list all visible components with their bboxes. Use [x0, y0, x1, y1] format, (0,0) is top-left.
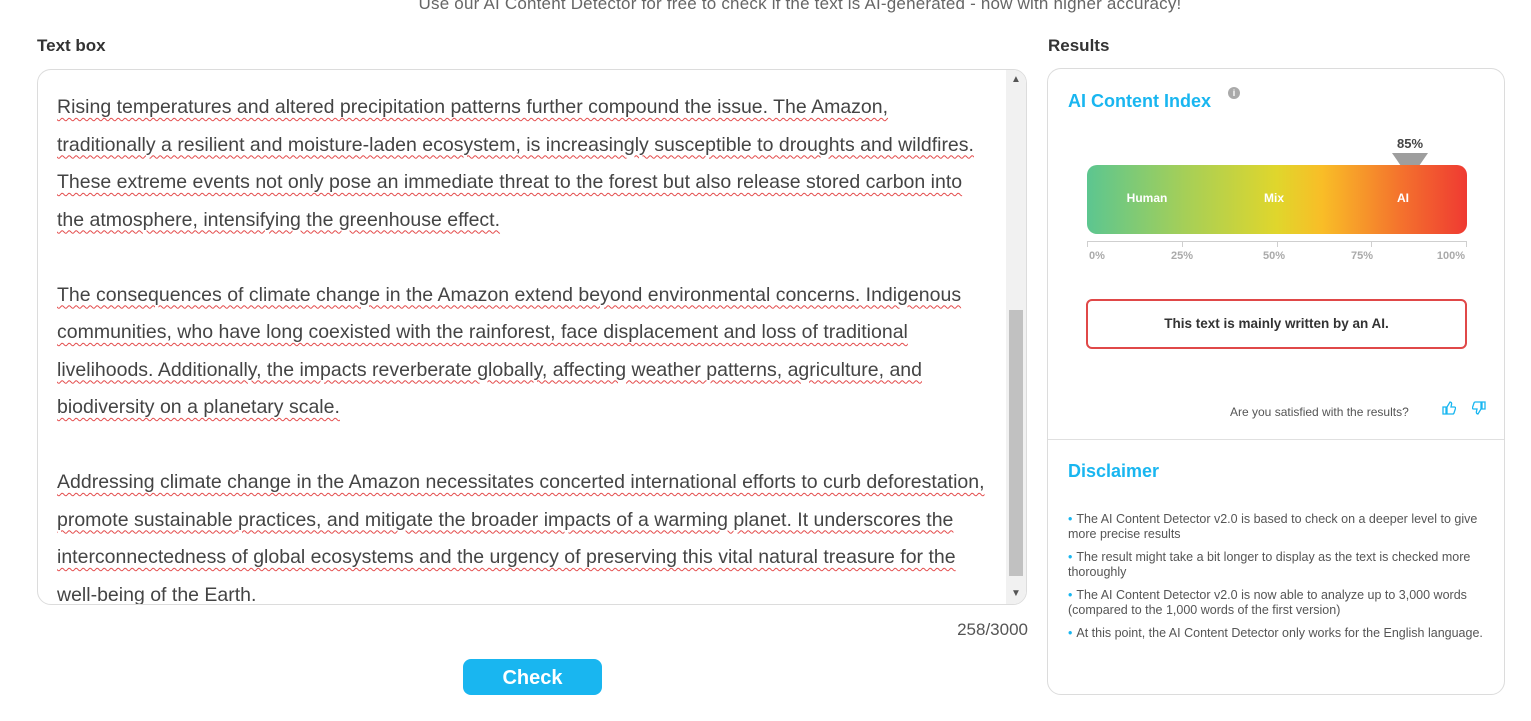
disclaimer-title: Disclaimer [1068, 461, 1160, 481]
panel-divider [1048, 439, 1504, 440]
ai-content-index-title: AI Content Index [1068, 91, 1211, 111]
text-paragraph-1: Rising temperatures and altered precipit… [57, 96, 974, 231]
axis-label-100: 100% [1436, 250, 1466, 262]
check-button[interactable]: Check [463, 659, 602, 695]
score-percent: 85% [1396, 136, 1424, 151]
bullet-icon: • [1068, 626, 1073, 640]
thumbs-up-icon[interactable] [1441, 401, 1457, 417]
gauge-label-mix: Mix [1263, 191, 1284, 205]
disclaimer-item: • At this point, the AI Content Detector … [1068, 626, 1490, 641]
results-panel: AI Content Index i 85% Human Mix AI 0% 2… [1047, 68, 1505, 695]
disclaimer-text: The AI Content Detector v2.0 is now able… [1068, 588, 1467, 617]
axis-label-0: 0% [1089, 250, 1105, 262]
bullet-icon: • [1068, 512, 1073, 526]
scroll-down-icon[interactable]: ▼ [1006, 584, 1026, 604]
text-input-area[interactable]: Rising temperatures and altered precipit… [37, 69, 1027, 605]
disclaimer-text: At this point, the AI Content Detector o… [1076, 626, 1483, 640]
gauge-label-ai: AI [1397, 191, 1409, 205]
axis-tick [1466, 241, 1467, 247]
disclaimer-text: The AI Content Detector v2.0 is based to… [1068, 512, 1478, 541]
bullet-icon: • [1068, 588, 1073, 602]
axis-label-25: 25% [1170, 250, 1194, 262]
axis-tick [1087, 241, 1088, 247]
bullet-icon: • [1068, 550, 1073, 564]
gauge-label-human: Human [1126, 191, 1168, 205]
disclaimer-item: • The AI Content Detector v2.0 is based t… [1068, 512, 1490, 542]
text-paragraph-3: Addressing climate change in the Amazon … [57, 471, 985, 605]
disclaimer-text: The result might take a bit longer to di… [1068, 550, 1471, 579]
scrollbar-thumb[interactable] [1009, 310, 1023, 576]
text-content[interactable]: Rising temperatures and altered precipit… [57, 89, 987, 605]
text-paragraph-2: The consequences of climate change in th… [57, 283, 962, 419]
info-icon[interactable]: i [1228, 87, 1240, 99]
axis-label-75: 75% [1350, 250, 1374, 262]
disclaimer-item: • The AI Content Detector v2.0 is now abl… [1068, 588, 1490, 618]
page-subtitle: Use our AI Content Detector for free to … [418, 0, 1182, 13]
scroll-up-icon[interactable]: ▲ [1006, 70, 1026, 90]
word-count: 258/3000 [957, 620, 1028, 639]
ai-gauge-bar: Human Mix AI [1087, 165, 1467, 234]
vertical-scrollbar[interactable]: ▲ ▼ [1006, 70, 1026, 604]
disclaimer-item: • The result might take a bit longer to d… [1068, 550, 1490, 580]
results-label: Results [1048, 36, 1110, 55]
text-box-label: Text box [37, 36, 106, 55]
feedback-prompt: Are you satisfied with the results? [1230, 405, 1409, 419]
axis-tick [1182, 241, 1183, 247]
axis-tick [1277, 241, 1278, 247]
axis-label-50: 50% [1262, 250, 1286, 262]
disclaimer-list: • The AI Content Detector v2.0 is based t… [1068, 512, 1490, 649]
axis-tick [1371, 241, 1372, 247]
verdict-message: This text is mainly written by an AI. [1086, 299, 1467, 349]
thumbs-down-icon[interactable] [1471, 401, 1487, 417]
